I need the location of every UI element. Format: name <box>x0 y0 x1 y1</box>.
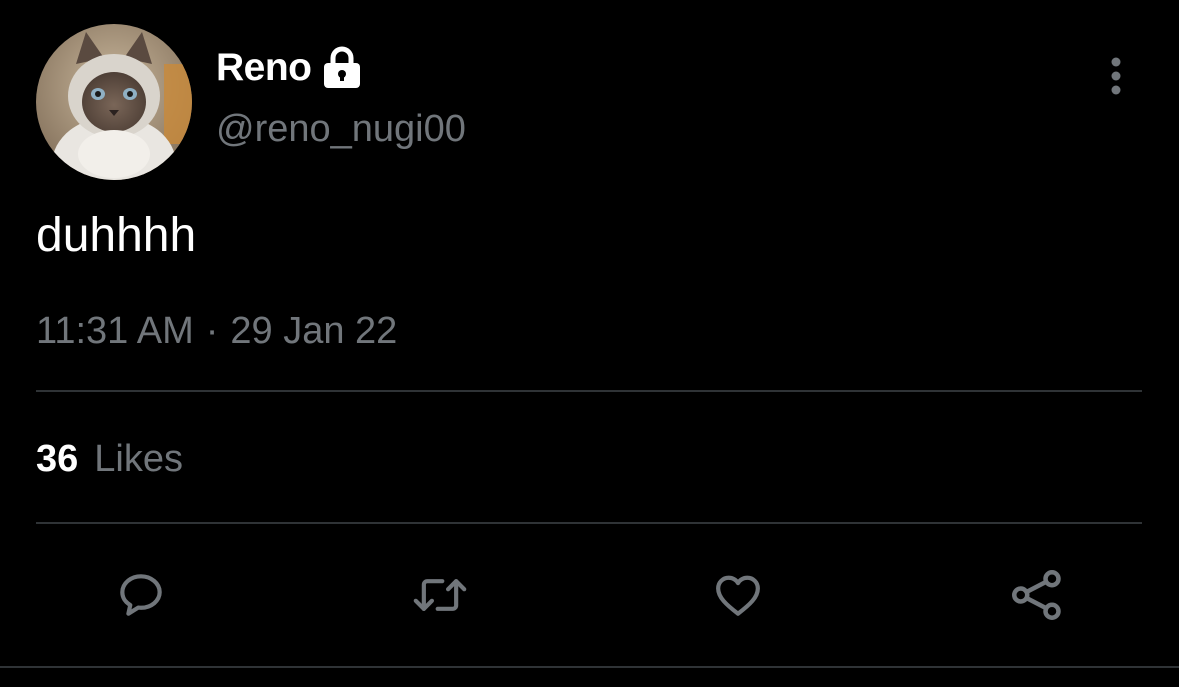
heart-icon <box>716 575 760 616</box>
display-name[interactable]: Reno <box>216 46 312 90</box>
retweet-icon <box>413 579 467 611</box>
divider <box>36 522 1142 524</box>
share-icon <box>1012 570 1061 620</box>
likes-summary[interactable]: 36 Likes <box>36 438 183 481</box>
more-options-button[interactable] <box>1090 52 1142 100</box>
username-handle[interactable]: @reno_nugi00 <box>216 108 466 151</box>
tweet-date[interactable]: 29 Jan 22 <box>230 310 397 353</box>
bottom-divider <box>0 666 1179 668</box>
lock-icon <box>322 46 362 90</box>
retweet-button[interactable] <box>405 560 475 630</box>
likes-count: 36 <box>36 438 79 480</box>
avatar[interactable] <box>36 24 192 180</box>
share-button[interactable] <box>1002 560 1072 630</box>
tweet-timestamp: 11:31 AM · 29 Jan 22 <box>36 310 397 353</box>
divider <box>36 390 1142 392</box>
reply-button[interactable] <box>106 560 176 630</box>
vertical-ellipsis-icon <box>1111 57 1121 95</box>
likes-label: Likes <box>94 438 183 480</box>
cat-avatar-image <box>36 24 192 180</box>
author-name-row: Reno <box>216 40 362 96</box>
tweet-text: duhhhh <box>36 209 197 262</box>
separator-dot: · <box>205 310 219 352</box>
reply-icon <box>120 574 162 616</box>
tweet-time[interactable]: 11:31 AM <box>36 310 194 353</box>
like-button[interactable] <box>703 560 773 630</box>
